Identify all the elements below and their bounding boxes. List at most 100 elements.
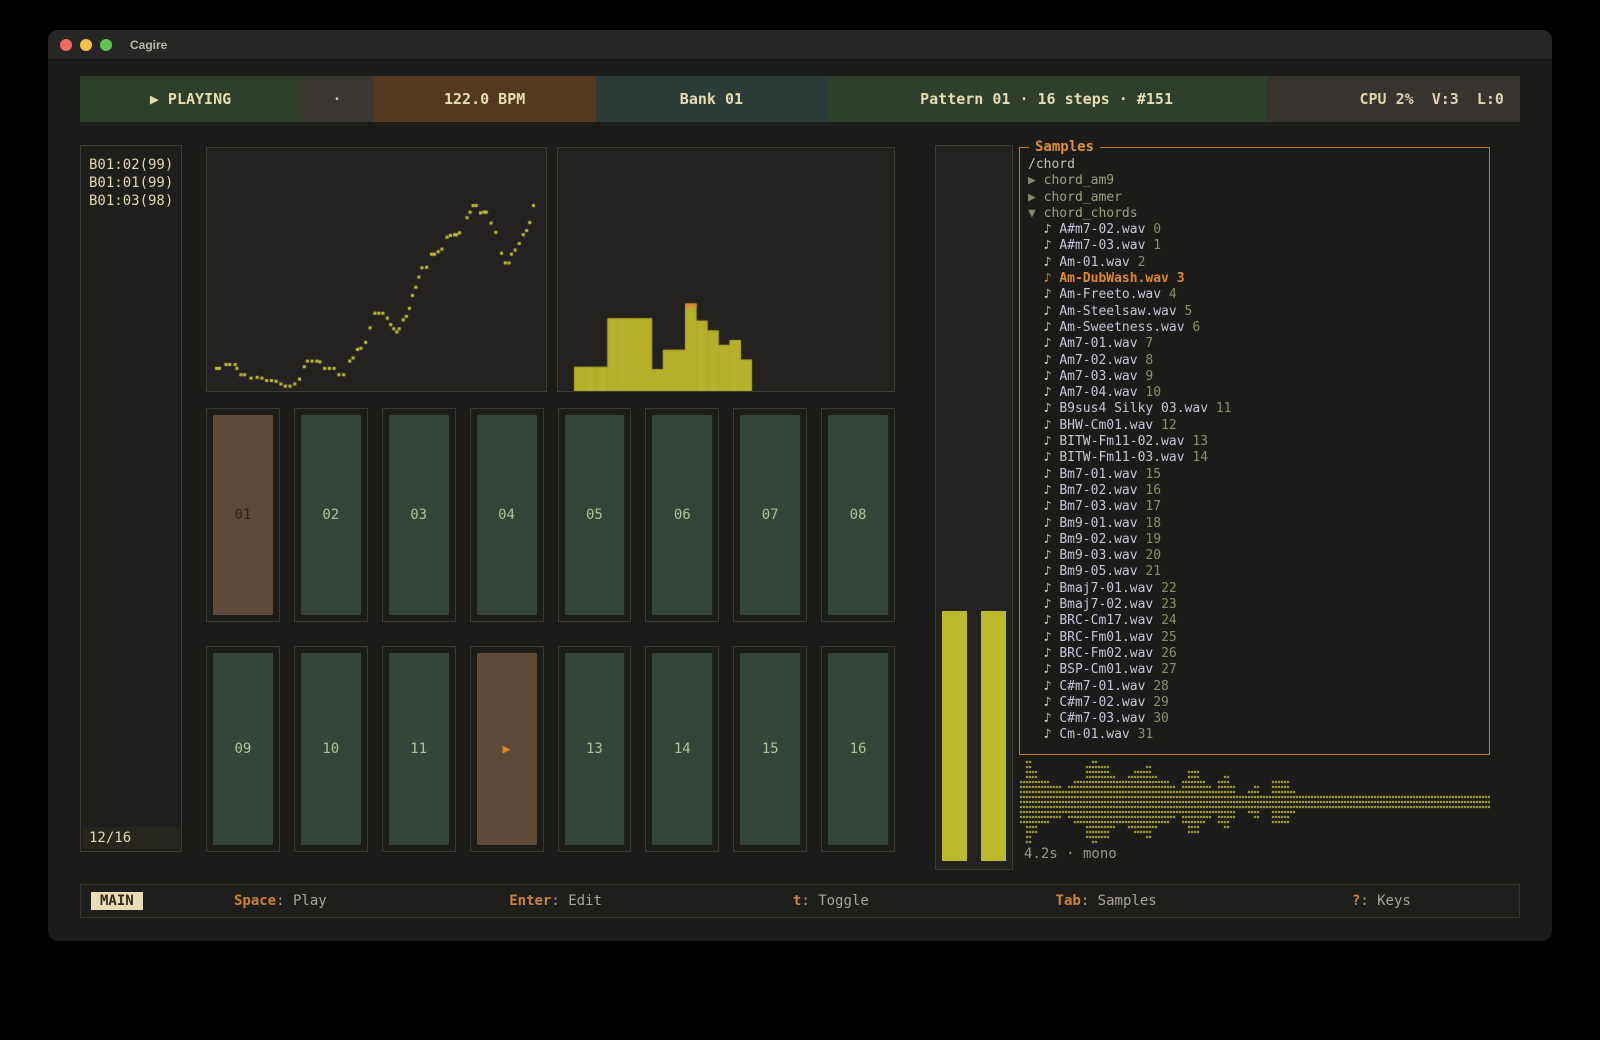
music-note-icon: ♪ <box>1044 483 1052 498</box>
music-note-icon: ♪ <box>1044 320 1052 335</box>
level-meter-right <box>981 611 1006 861</box>
status-segment-pattern: Pattern 01 · 16 steps · #151 <box>827 76 1267 122</box>
sample-file-item[interactable]: ♪ Am-Sweetness.wav 6 <box>1028 320 1489 336</box>
sample-file-item[interactable]: ♪ Am-Steelsaw.wav 5 <box>1028 304 1489 320</box>
pad-label: 11 <box>389 653 449 845</box>
sample-file-item[interactable]: ♪ Am-01.wav 2 <box>1028 255 1489 271</box>
pad-02[interactable]: 02 <box>294 408 368 622</box>
sample-file-item[interactable]: ♪ Bmaj7-01.wav 22 <box>1028 581 1489 597</box>
sample-file-item[interactable]: ♪ Am-Freeto.wav 4 <box>1028 287 1489 303</box>
pad-16[interactable]: 16 <box>821 646 895 852</box>
sample-file-item[interactable]: ♪ BRC-Cm17.wav 24 <box>1028 613 1489 629</box>
pad-label: 10 <box>301 653 361 845</box>
music-note-icon: ♪ <box>1044 418 1052 433</box>
pad-10[interactable]: 10 <box>294 646 368 852</box>
sample-file-item[interactable]: ♪ Bm7-01.wav 15 <box>1028 467 1489 483</box>
pad-06[interactable]: 06 <box>645 408 719 622</box>
music-note-icon: ♪ <box>1044 662 1052 677</box>
music-note-icon: ♪ <box>1044 336 1052 351</box>
key-hint-samples: Tab: Samples <box>968 893 1243 909</box>
pad-04[interactable]: 04 <box>470 408 544 622</box>
sample-file-item[interactable]: ♪ Bm9-01.wav 18 <box>1028 516 1489 532</box>
status-segment-system: CPU 2% V:3 L:0 <box>1267 76 1520 122</box>
pad-03[interactable]: 03 <box>382 408 456 622</box>
sample-file-item[interactable]: ♪ Bm7-03.wav 17 <box>1028 499 1489 515</box>
zoom-button[interactable] <box>100 39 112 51</box>
music-note-icon: ♪ <box>1044 532 1052 547</box>
sample-file-item[interactable]: ♪ BITW-Fm11-03.wav 14 <box>1028 450 1489 466</box>
samples-panel-title: Samples <box>1029 139 1100 155</box>
music-note-icon: ♪ <box>1044 271 1052 286</box>
samples-file-tree: /chord▶ chord_am9▶ chord_amer▼ chord_cho… <box>1020 148 1489 754</box>
pad-13[interactable]: 13 <box>558 646 632 852</box>
pad-label: 03 <box>389 415 449 615</box>
folder-item-chord_am9[interactable]: ▶ chord_am9 <box>1028 173 1489 189</box>
sample-file-item[interactable]: ♪ A#m7-03.wav 1 <box>1028 238 1489 254</box>
sample-file-item[interactable]: ♪ Am7-02.wav 8 <box>1028 353 1489 369</box>
sample-file-item[interactable]: ♪ Bm9-03.wav 20 <box>1028 548 1489 564</box>
pad-05[interactable]: 05 <box>558 408 632 622</box>
music-note-icon: ♪ <box>1044 222 1052 237</box>
sample-file-item[interactable]: ♪ Bm9-02.wav 19 <box>1028 532 1489 548</box>
pad-15[interactable]: 15 <box>733 646 807 852</box>
histogram-canvas <box>558 148 894 391</box>
folder-item-chord_chords[interactable]: ▼ chord_chords <box>1028 206 1489 222</box>
sample-file-item[interactable]: ♪ Am7-04.wav 10 <box>1028 385 1489 401</box>
note-event: B01:03(98) <box>89 192 181 210</box>
sample-file-item[interactable]: ♪ Bmaj7-02.wav 23 <box>1028 597 1489 613</box>
music-note-icon: ♪ <box>1044 564 1052 579</box>
sample-file-item[interactable]: ♪ B9sus4 Silky 03.wav 11 <box>1028 401 1489 417</box>
music-note-icon: ♪ <box>1044 255 1052 270</box>
chevron-right-icon: ▶ <box>1028 190 1036 205</box>
sample-file-item[interactable]: ♪ Am7-01.wav 7 <box>1028 336 1489 352</box>
sample-file-item[interactable]: ♪ C#m7-01.wav 28 <box>1028 679 1489 695</box>
sample-file-item[interactable]: ♪ Am7-03.wav 9 <box>1028 369 1489 385</box>
music-note-icon: ♪ <box>1044 613 1052 628</box>
pad-12[interactable]: ▶ <box>470 646 544 852</box>
pad-08[interactable]: 08 <box>821 408 895 622</box>
sample-file-item[interactable]: ♪ Am-DubWash.wav 3 <box>1028 271 1489 287</box>
sample-file-item[interactable]: ♪ C#m7-02.wav 29 <box>1028 695 1489 711</box>
sample-file-item[interactable]: ♪ BITW-Fm11-02.wav 13 <box>1028 434 1489 450</box>
sample-file-item[interactable]: ♪ BRC-Fm02.wav 26 <box>1028 646 1489 662</box>
sample-file-item[interactable]: ♪ BRC-Fm01.wav 25 <box>1028 630 1489 646</box>
music-note-icon: ♪ <box>1044 727 1052 742</box>
sample-file-item[interactable]: ♪ Cm-01.wav 31 <box>1028 727 1489 743</box>
minimize-button[interactable] <box>80 39 92 51</box>
music-note-icon: ♪ <box>1044 630 1052 645</box>
step-counter: 12/16 <box>82 827 180 849</box>
chevron-down-icon: ▼ <box>1028 206 1036 221</box>
key-hint-play: Space: Play <box>143 893 418 909</box>
folder-item-chord_amer[interactable]: ▶ chord_amer <box>1028 190 1489 206</box>
sample-file-item[interactable]: ♪ Bm7-02.wav 16 <box>1028 483 1489 499</box>
pad-label: 06 <box>652 415 712 615</box>
sample-file-item[interactable]: ♪ A#m7-02.wav 0 <box>1028 222 1489 238</box>
pad-11[interactable]: 11 <box>382 646 456 852</box>
sample-file-item[interactable]: ♪ BHW-Cm01.wav 12 <box>1028 418 1489 434</box>
music-note-icon: ♪ <box>1044 646 1052 661</box>
mode-badge: MAIN <box>91 892 143 910</box>
close-button[interactable] <box>60 39 72 51</box>
status-segment-bank: Bank 01 <box>596 76 826 122</box>
pad-label: 14 <box>652 653 712 845</box>
music-note-icon: ♪ <box>1044 450 1052 465</box>
music-note-icon: ♪ <box>1044 287 1052 302</box>
pad-label: 13 <box>565 653 625 845</box>
samples-current-path: /chord <box>1028 157 1489 173</box>
pad-label: 09 <box>213 653 273 845</box>
sample-file-item[interactable]: ♪ C#m7-03.wav 30 <box>1028 711 1489 727</box>
note-event: B01:01(99) <box>89 174 181 192</box>
status-segment-bpm: 122.0 BPM <box>373 76 596 122</box>
pad-01[interactable]: 01 <box>206 408 280 622</box>
music-note-icon: ♪ <box>1044 304 1052 319</box>
status-bar: ▶ PLAYING·122.0 BPMBank 01Pattern 01 · 1… <box>80 76 1520 122</box>
sample-file-item[interactable]: ♪ Bm9-05.wav 21 <box>1028 564 1489 580</box>
sample-file-item[interactable]: ♪ BSP-Cm01.wav 27 <box>1028 662 1489 678</box>
pad-14[interactable]: 14 <box>645 646 719 852</box>
pad-07[interactable]: 07 <box>733 408 807 622</box>
pad-label: 05 <box>565 415 625 615</box>
pad-09[interactable]: 09 <box>206 646 280 852</box>
music-note-icon: ♪ <box>1044 711 1052 726</box>
app-window: Cagire ▶ PLAYING·122.0 BPMBank 01Pattern… <box>48 30 1552 941</box>
key-hint-keys: ?: Keys <box>1244 893 1519 909</box>
